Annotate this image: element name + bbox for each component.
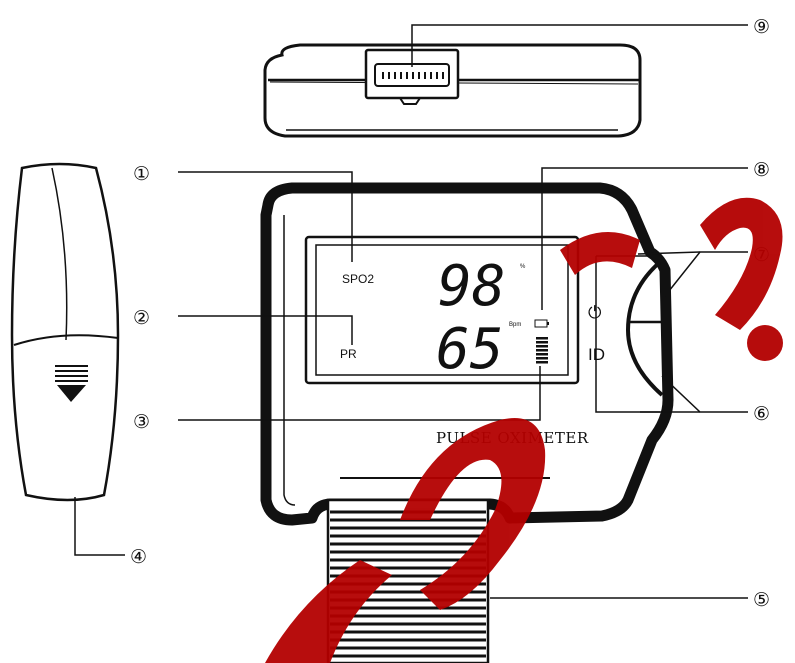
callout-1: ① [133, 163, 150, 185]
spo2-value: 98 [438, 254, 505, 319]
pr-label: PR [340, 347, 357, 361]
bpm-unit: Bpm [509, 322, 521, 328]
callout-6: ⑥ [753, 403, 770, 425]
device-top-view [263, 43, 642, 138]
percent-unit: % [520, 264, 526, 270]
spo2-label: SPO2 [342, 272, 374, 286]
callout-9: ⑨ [753, 16, 770, 38]
id-button-label: ID [588, 345, 605, 364]
pr-value: 65 [436, 317, 503, 382]
callout-8: ⑧ [753, 159, 770, 181]
callout-5: ⑤ [753, 589, 770, 611]
pulse-oximeter-diagram: SPO2 PR 98 65 % Bpm PULSE OXIMETER ⏻ ID [10, 16, 783, 663]
power-button-icon: ⏻ [588, 303, 602, 322]
battery-cover [10, 162, 120, 502]
callout-2: ② [133, 307, 150, 329]
callout-3: ③ [133, 411, 150, 433]
callout-4: ④ [130, 546, 147, 568]
slide-arrow-icon [55, 365, 88, 402]
